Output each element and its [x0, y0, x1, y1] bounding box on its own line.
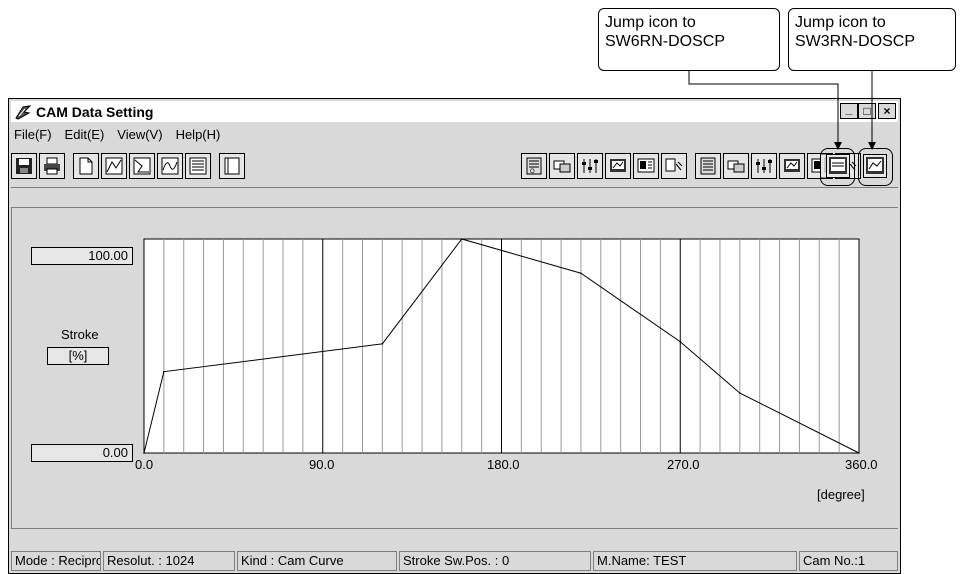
status-cam-no: Cam No.:1 [799, 551, 898, 571]
jump-sw6rn-doscp-icon [829, 157, 847, 174]
jump-sw6rn-doscp-button[interactable] [826, 154, 850, 178]
x-unit-label: [degree] [817, 487, 865, 502]
status-kind: Kind : Cam Curve [237, 551, 397, 571]
stroke-unit: [%] [47, 347, 109, 365]
status-stroke-sw-pos: Stroke Sw.Pos. : 0 [399, 551, 591, 571]
x-tick-0: 0.0 [135, 457, 154, 472]
stroke-min-value: 0.00 [31, 444, 133, 462]
jump-sw3rn-doscp-icon [866, 157, 884, 174]
x-tick-180: 180.0 [487, 457, 520, 472]
x-tick-360: 360.0 [845, 457, 878, 472]
status-resolution: Resolut. : 1024 [103, 551, 235, 571]
x-tick-90: 90.0 [309, 457, 335, 472]
leader-sw6rn [688, 71, 842, 150]
stroke-label: Stroke [61, 327, 99, 342]
status-bar: Mode : Recipro. Resolut. : 1024 Kind : C… [11, 551, 898, 571]
x-tick-270: 270.0 [667, 457, 700, 472]
jump-sw3rn-doscp-button[interactable] [863, 154, 887, 178]
status-mode: Mode : Recipro. [11, 551, 101, 571]
stroke-max-value: 100.00 [31, 247, 133, 265]
status-machine-name: M.Name: TEST [593, 551, 797, 571]
graph-pane [11, 207, 898, 529]
